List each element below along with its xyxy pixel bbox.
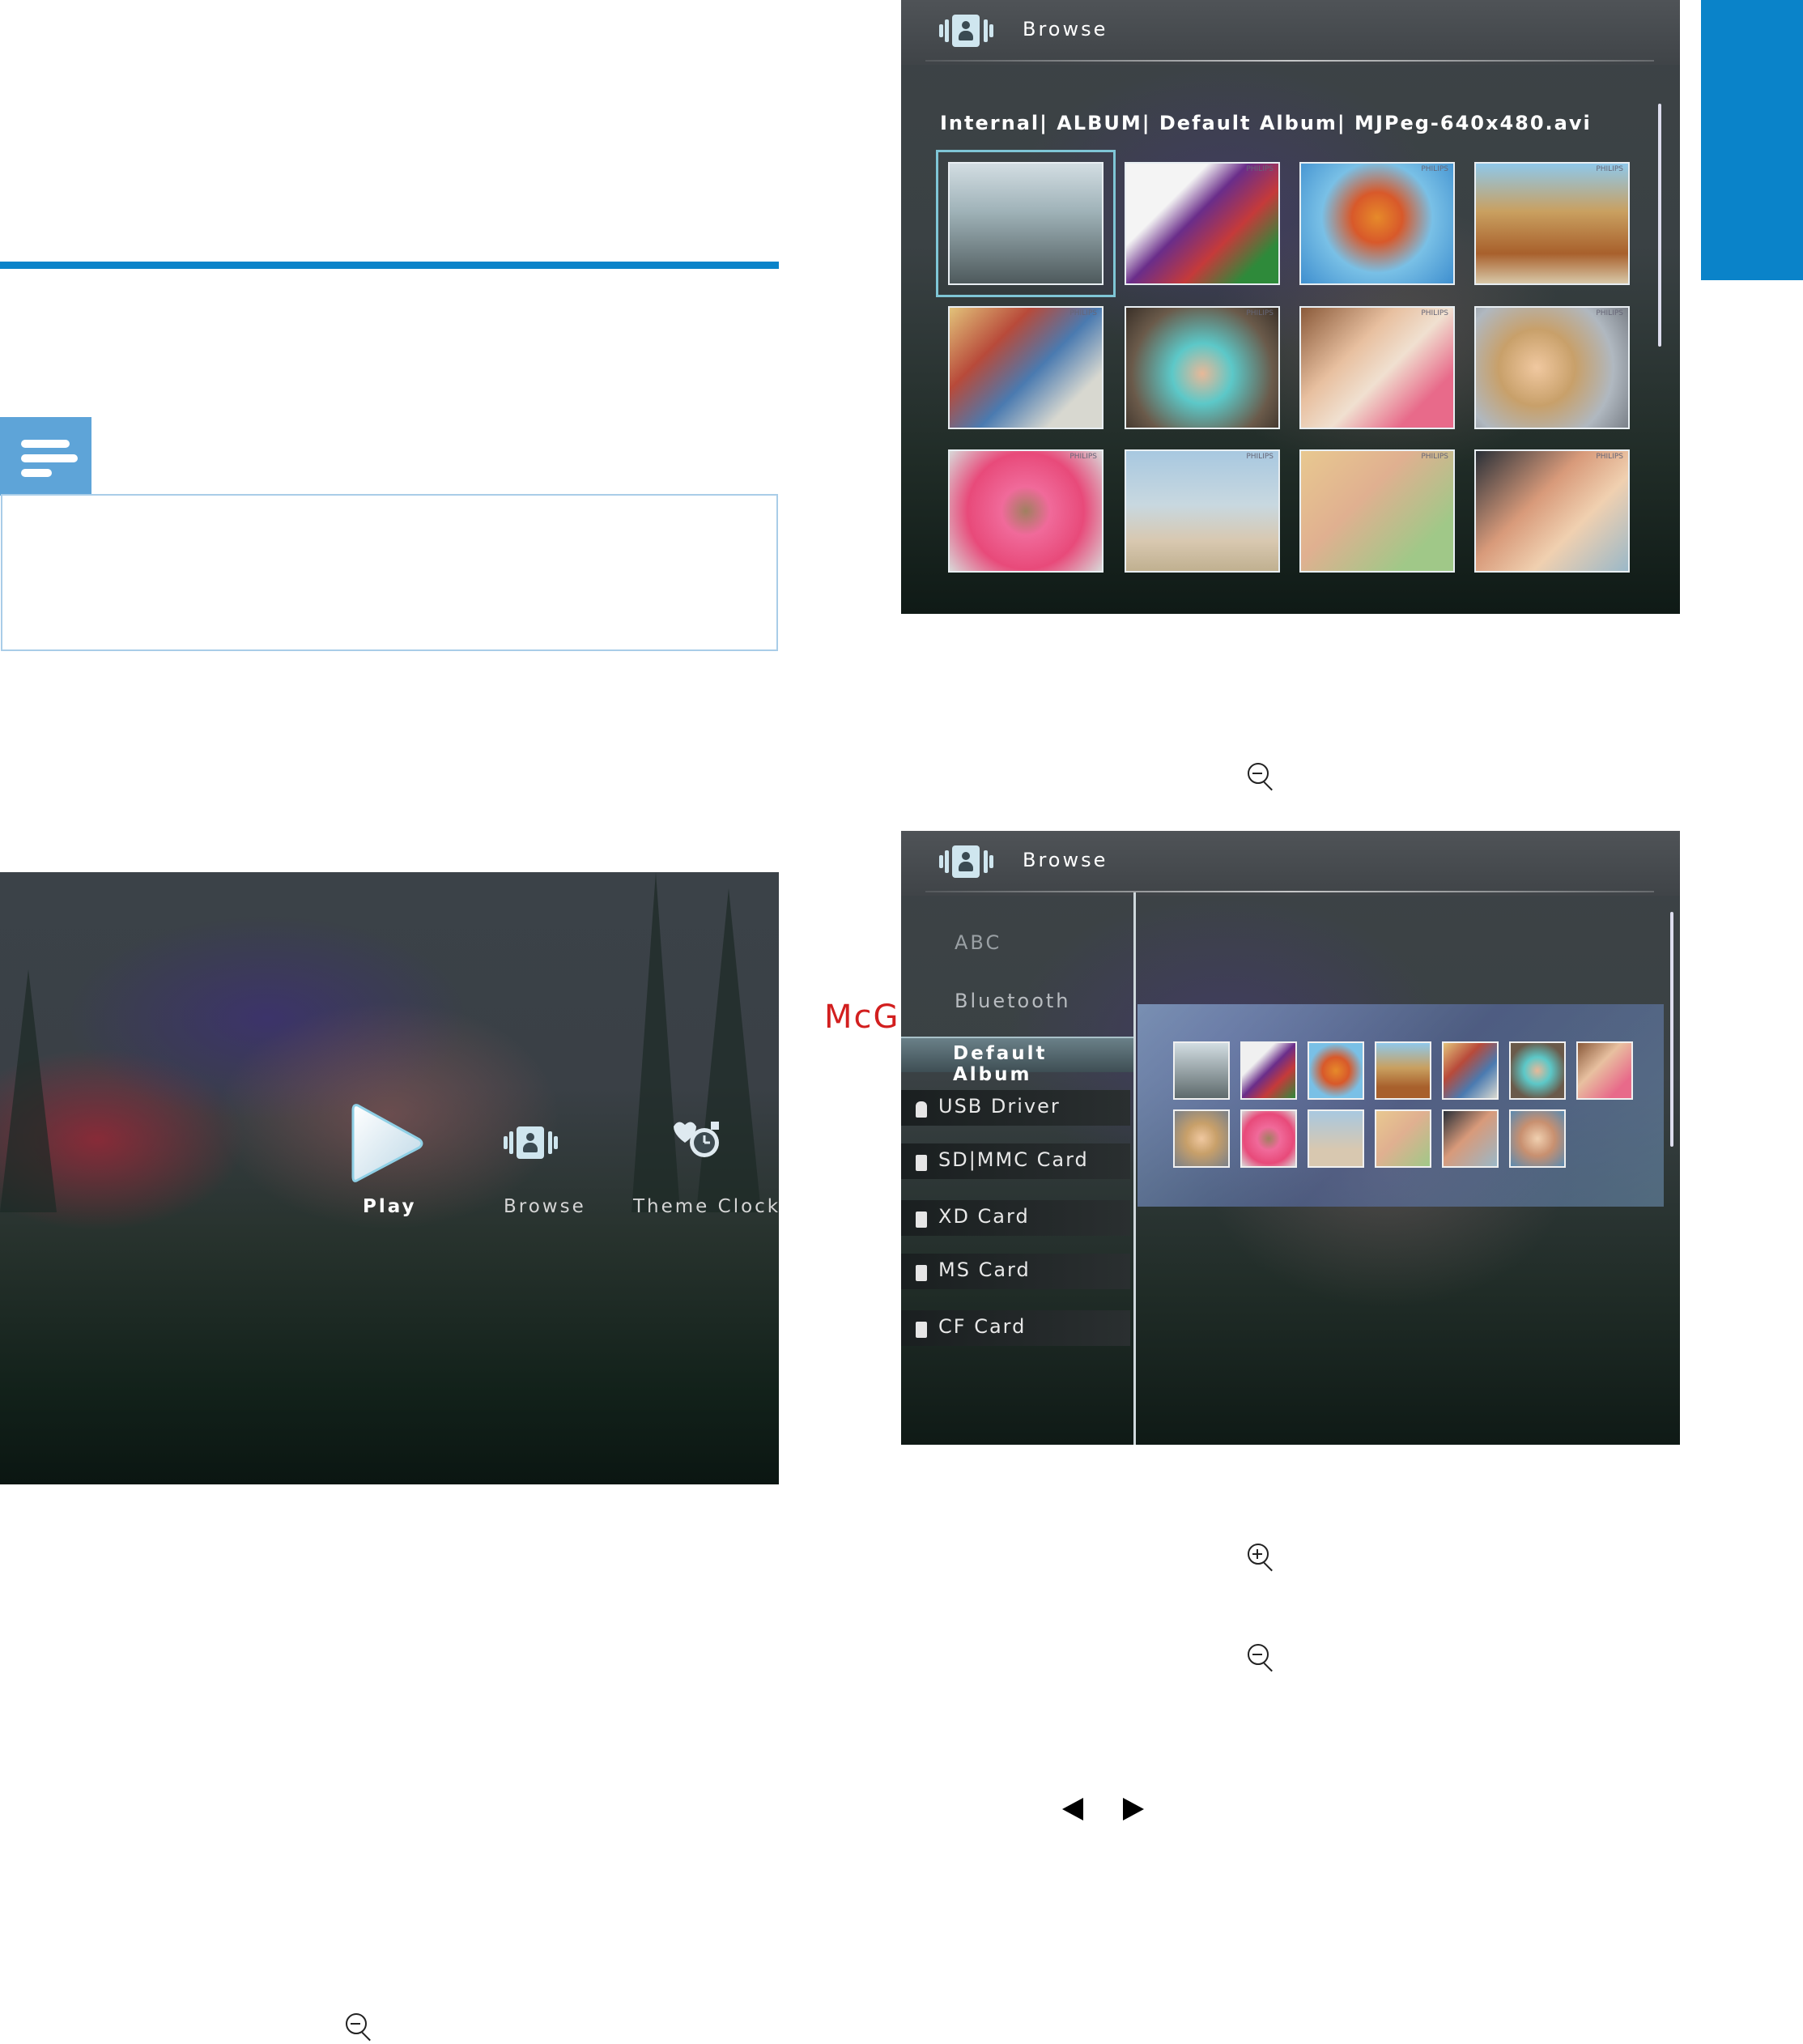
breadcrumb: Internal| ALBUM| Default Album| MJPeg-64… (940, 112, 1592, 134)
source-ms-card[interactable]: MS Card (901, 1254, 1130, 1289)
home-screen: Play Browse Theme Clock (0, 872, 779, 1484)
card-icon (916, 1211, 927, 1228)
theme-clock-icon (674, 1122, 719, 1157)
album-thumbnail[interactable] (1375, 1041, 1431, 1100)
card-icon (916, 1155, 927, 1171)
thumbnail[interactable]: PHILIPS (1125, 449, 1280, 573)
thumbnail[interactable]: PHILIPS (1474, 449, 1630, 573)
album-preview (1138, 1004, 1664, 1207)
thumbnail[interactable]: PHILIPS (1299, 449, 1455, 573)
album-thumbnail[interactable] (1509, 1109, 1566, 1168)
scrollbar[interactable] (1658, 104, 1661, 347)
album-thumbnail[interactable] (1308, 1041, 1364, 1100)
thumbnail[interactable]: PHILIPS (948, 306, 1103, 429)
play-icon (351, 1104, 423, 1182)
source-default-album[interactable]: Default Album (901, 1037, 1133, 1085)
thumbnail[interactable]: PHILIPS (1299, 162, 1455, 285)
right-arrow-icon (1123, 1798, 1144, 1820)
note-box (1, 494, 778, 651)
browse-screen-grid: Browse Internal| ALBUM| Default Album| M… (901, 0, 1680, 614)
thumbnail[interactable]: PHILIPS (1299, 306, 1455, 429)
album-thumbnail[interactable] (1576, 1041, 1633, 1100)
source-label: Default Album (953, 1043, 1048, 1085)
browse-header-icon (938, 844, 994, 879)
left-arrow-icon (1062, 1798, 1083, 1820)
thumbnail[interactable] (936, 150, 1116, 297)
thumbnail[interactable]: PHILIPS (1474, 306, 1630, 429)
panel-divider (1133, 892, 1136, 1445)
scrollbar[interactable] (1670, 912, 1673, 1147)
source-xd-card[interactable]: XD Card (901, 1200, 1130, 1236)
play-button[interactable]: Play (340, 1099, 437, 1229)
zoom-out-icon (1246, 1642, 1278, 1675)
card-icon (916, 1265, 927, 1281)
browse-title: Browse (1023, 849, 1108, 871)
thumbnail[interactable]: PHILIPS (948, 449, 1103, 573)
album-thumbnail[interactable] (1308, 1109, 1364, 1168)
source-sd-mmc-card[interactable]: SD|MMC Card (901, 1143, 1130, 1179)
theme-clock-label: Theme Clock (633, 1196, 779, 1217)
browse-header (901, 0, 1680, 65)
thumbnail[interactable]: PHILIPS (1474, 162, 1630, 285)
usb-icon (916, 1101, 927, 1118)
source-abc[interactable]: ABC (955, 931, 1001, 954)
note-icon (0, 417, 91, 496)
play-label: Play (363, 1196, 417, 1217)
theme-clock-button[interactable]: Theme Clock (631, 1115, 778, 1229)
thumbnail[interactable]: PHILIPS (1125, 306, 1280, 429)
section-tab (1701, 0, 1803, 280)
album-thumbnail[interactable] (1375, 1109, 1431, 1168)
browse-header-icon (938, 13, 994, 49)
section-rule (0, 262, 779, 269)
thumbnail[interactable]: PHILIPS (1125, 162, 1280, 285)
browse-screen-sources: Browse ABC Bluetooth Default Album USB D… (901, 831, 1680, 1445)
album-thumbnail[interactable] (1173, 1109, 1230, 1168)
browse-button[interactable]: Browse (494, 1115, 599, 1229)
source-usb-driver[interactable]: USB Driver (901, 1090, 1130, 1126)
album-thumbnail[interactable] (1442, 1041, 1499, 1100)
album-thumbnail[interactable] (1442, 1109, 1499, 1168)
zoom-out-icon (1246, 761, 1278, 794)
browse-title: Browse (1023, 18, 1108, 40)
album-thumbnail[interactable] (1240, 1109, 1297, 1168)
album-thumbnail[interactable] (1240, 1041, 1297, 1100)
browse-header (901, 831, 1680, 896)
zoom-in-icon (1246, 1542, 1278, 1574)
browse-icon (502, 1125, 559, 1160)
source-bluetooth[interactable]: Bluetooth (955, 990, 1071, 1012)
album-thumbnail[interactable] (1173, 1041, 1230, 1100)
browse-label: Browse (504, 1196, 586, 1217)
album-thumbnail[interactable] (1509, 1041, 1566, 1100)
zoom-out-icon (344, 2012, 376, 2044)
source-cf-card[interactable]: CF Card (901, 1310, 1130, 1346)
card-icon (916, 1322, 927, 1338)
